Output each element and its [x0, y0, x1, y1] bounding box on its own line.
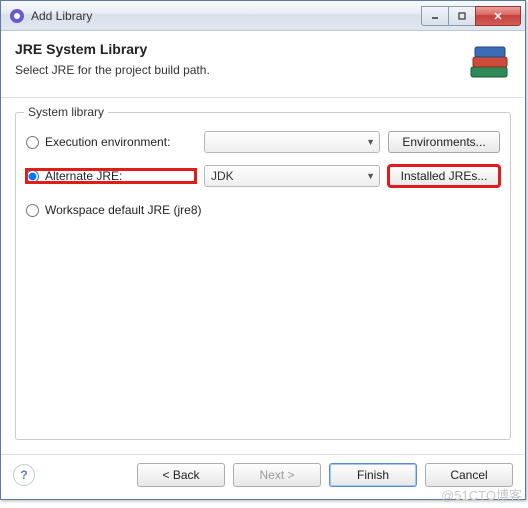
watermark: @51CTO博客 — [441, 485, 522, 504]
help-button[interactable]: ? — [13, 464, 35, 486]
alternate-jre-value: JDK — [211, 169, 234, 183]
back-button[interactable]: < Back — [137, 463, 225, 487]
execution-environment-radio[interactable] — [26, 136, 39, 149]
environments-button[interactable]: Environments... — [388, 131, 500, 153]
dialog-header: JRE System Library Select JRE for the pr… — [1, 31, 525, 98]
workspace-default-row: Workspace default JRE (jre8) — [26, 197, 500, 223]
next-button: Next > — [233, 463, 321, 487]
header-text: JRE System Library Select JRE for the pr… — [15, 41, 467, 77]
alternate-jre-radio[interactable] — [26, 170, 39, 183]
header-title: JRE System Library — [15, 41, 467, 57]
alternate-jre-row: Alternate JRE: JDK ▼ Installed JREs... — [26, 163, 500, 189]
dialog-content: System library Execution environment: ▼ … — [1, 98, 525, 454]
alternate-jre-option[interactable]: Alternate JRE: — [26, 169, 196, 183]
workspace-default-radio[interactable] — [26, 204, 39, 217]
header-subtitle: Select JRE for the project build path. — [15, 63, 467, 77]
workspace-default-label[interactable]: Workspace default JRE (jre8) — [45, 203, 202, 217]
titlebar[interactable]: Add Library — [1, 1, 525, 31]
close-button[interactable] — [475, 6, 521, 26]
window-controls — [422, 6, 521, 26]
app-icon — [9, 8, 25, 24]
finish-button[interactable]: Finish — [329, 463, 417, 487]
system-library-group: System library Execution environment: ▼ … — [15, 112, 511, 440]
window-title: Add Library — [31, 9, 422, 23]
execution-environment-option[interactable]: Execution environment: — [26, 135, 196, 149]
library-books-icon — [467, 41, 511, 83]
installed-jres-button[interactable]: Installed JREs... — [388, 165, 500, 187]
execution-environment-label[interactable]: Execution environment: — [45, 135, 170, 149]
maximize-button[interactable] — [448, 6, 476, 26]
chevron-down-icon: ▼ — [366, 171, 375, 181]
execution-environment-row: Execution environment: ▼ Environments... — [26, 129, 500, 155]
dialog-window: Add Library JRE System Library Select JR… — [0, 0, 526, 500]
alternate-jre-label[interactable]: Alternate JRE: — [45, 169, 122, 183]
minimize-button[interactable] — [421, 6, 449, 26]
cancel-button[interactable]: Cancel — [425, 463, 513, 487]
workspace-default-option[interactable]: Workspace default JRE (jre8) — [26, 203, 202, 217]
execution-environment-combo[interactable]: ▼ — [204, 131, 380, 153]
chevron-down-icon: ▼ — [366, 137, 375, 147]
alternate-jre-combo[interactable]: JDK ▼ — [204, 165, 380, 187]
group-title: System library — [24, 105, 108, 119]
